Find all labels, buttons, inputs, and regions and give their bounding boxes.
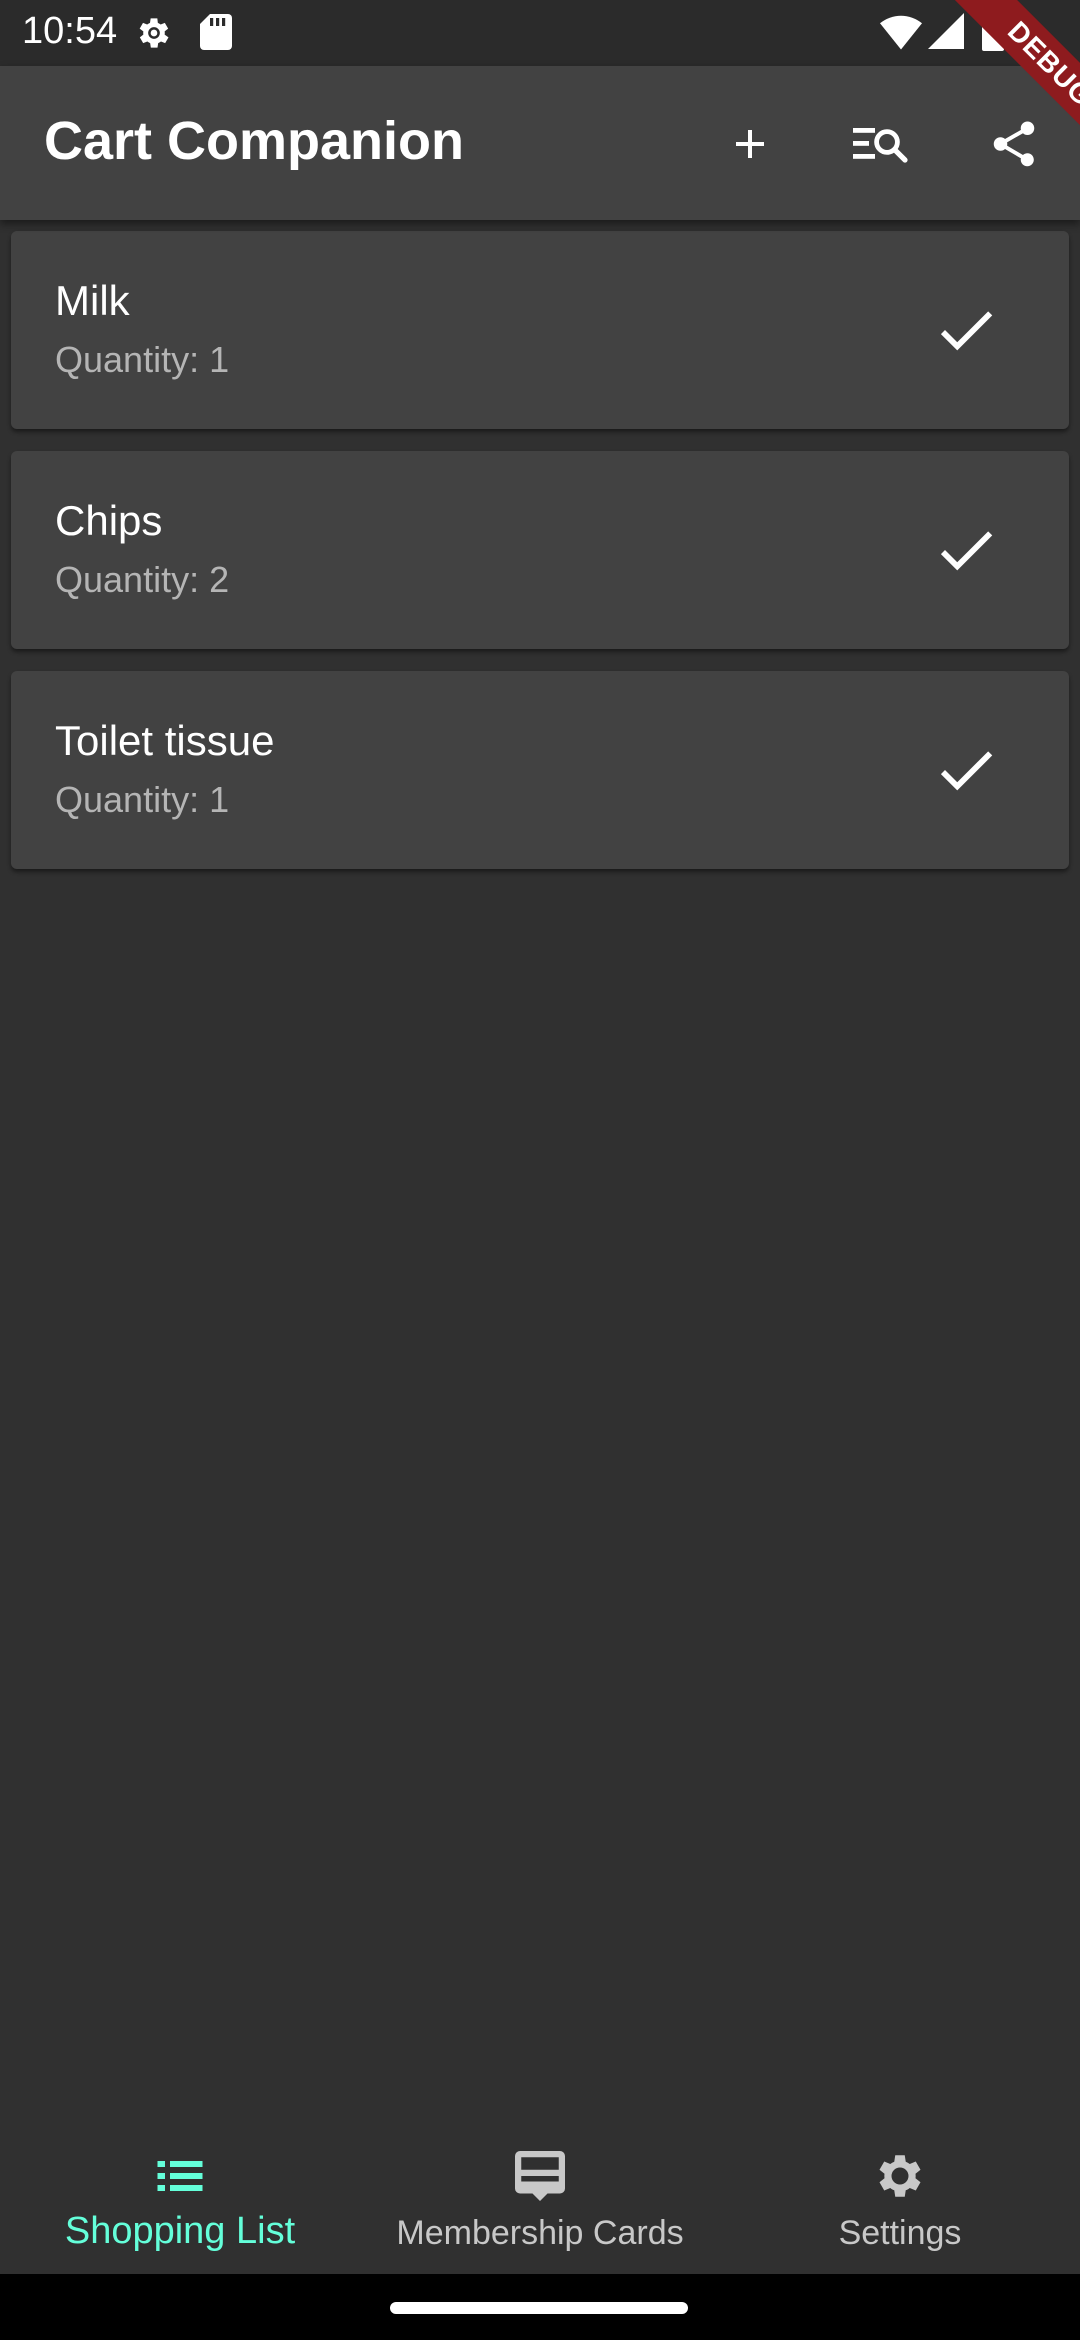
sd-card-icon <box>200 14 232 50</box>
check-icon[interactable] <box>931 515 1001 585</box>
add-item-button[interactable] <box>708 102 792 186</box>
item-name: Toilet tissue <box>55 717 275 764</box>
item-name: Chips <box>55 497 163 544</box>
nav-settings[interactable]: Settings <box>720 2132 1080 2274</box>
item-quantity: Quantity: 2 <box>55 559 230 600</box>
signal-icon <box>928 13 964 49</box>
status-time: 10:54 <box>22 10 118 52</box>
check-icon[interactable] <box>931 295 1001 365</box>
wifi-icon <box>880 15 922 50</box>
item-quantity: Quantity: 1 <box>55 339 230 380</box>
add-icon <box>736 130 764 158</box>
check-icon[interactable] <box>931 735 1001 805</box>
share-button[interactable] <box>972 102 1056 186</box>
bottom-navigation: Shopping List Membership Cards Settings <box>0 2132 1080 2274</box>
system-nav-bar <box>0 2274 1080 2340</box>
nav-label: Settings <box>838 2214 962 2252</box>
app-title: Cart Companion <box>44 111 465 171</box>
screen: 10:54 Cart Companion DEBUG Milk Quantity… <box>0 0 1080 2340</box>
settings-icon <box>879 2155 921 2197</box>
list-item[interactable]: Chips Quantity: 2 <box>11 451 1069 649</box>
home-gesture-handle[interactable] <box>390 2302 688 2314</box>
nav-label: Shopping List <box>64 2210 296 2252</box>
item-name: Milk <box>55 277 130 324</box>
item-quantity: Quantity: 1 <box>55 779 230 820</box>
list-item[interactable]: Toilet tissue Quantity: 1 <box>11 671 1069 869</box>
nav-membership-cards[interactable]: Membership Cards <box>360 2132 720 2274</box>
app-bar: Cart Companion <box>0 66 1080 220</box>
nav-label: Membership Cards <box>396 2214 684 2252</box>
status-bar: 10:54 <box>0 0 1080 66</box>
search-list-icon <box>853 128 908 163</box>
list-item[interactable]: Milk Quantity: 1 <box>11 231 1069 429</box>
nav-shopping-list[interactable]: Shopping List <box>0 2132 360 2274</box>
card-icon <box>515 2151 565 2201</box>
share-icon <box>993 121 1035 167</box>
search-list-button[interactable] <box>838 102 922 186</box>
settings-gear-icon <box>139 18 169 48</box>
battery-icon <box>982 11 1004 51</box>
list-icon <box>157 2161 203 2191</box>
